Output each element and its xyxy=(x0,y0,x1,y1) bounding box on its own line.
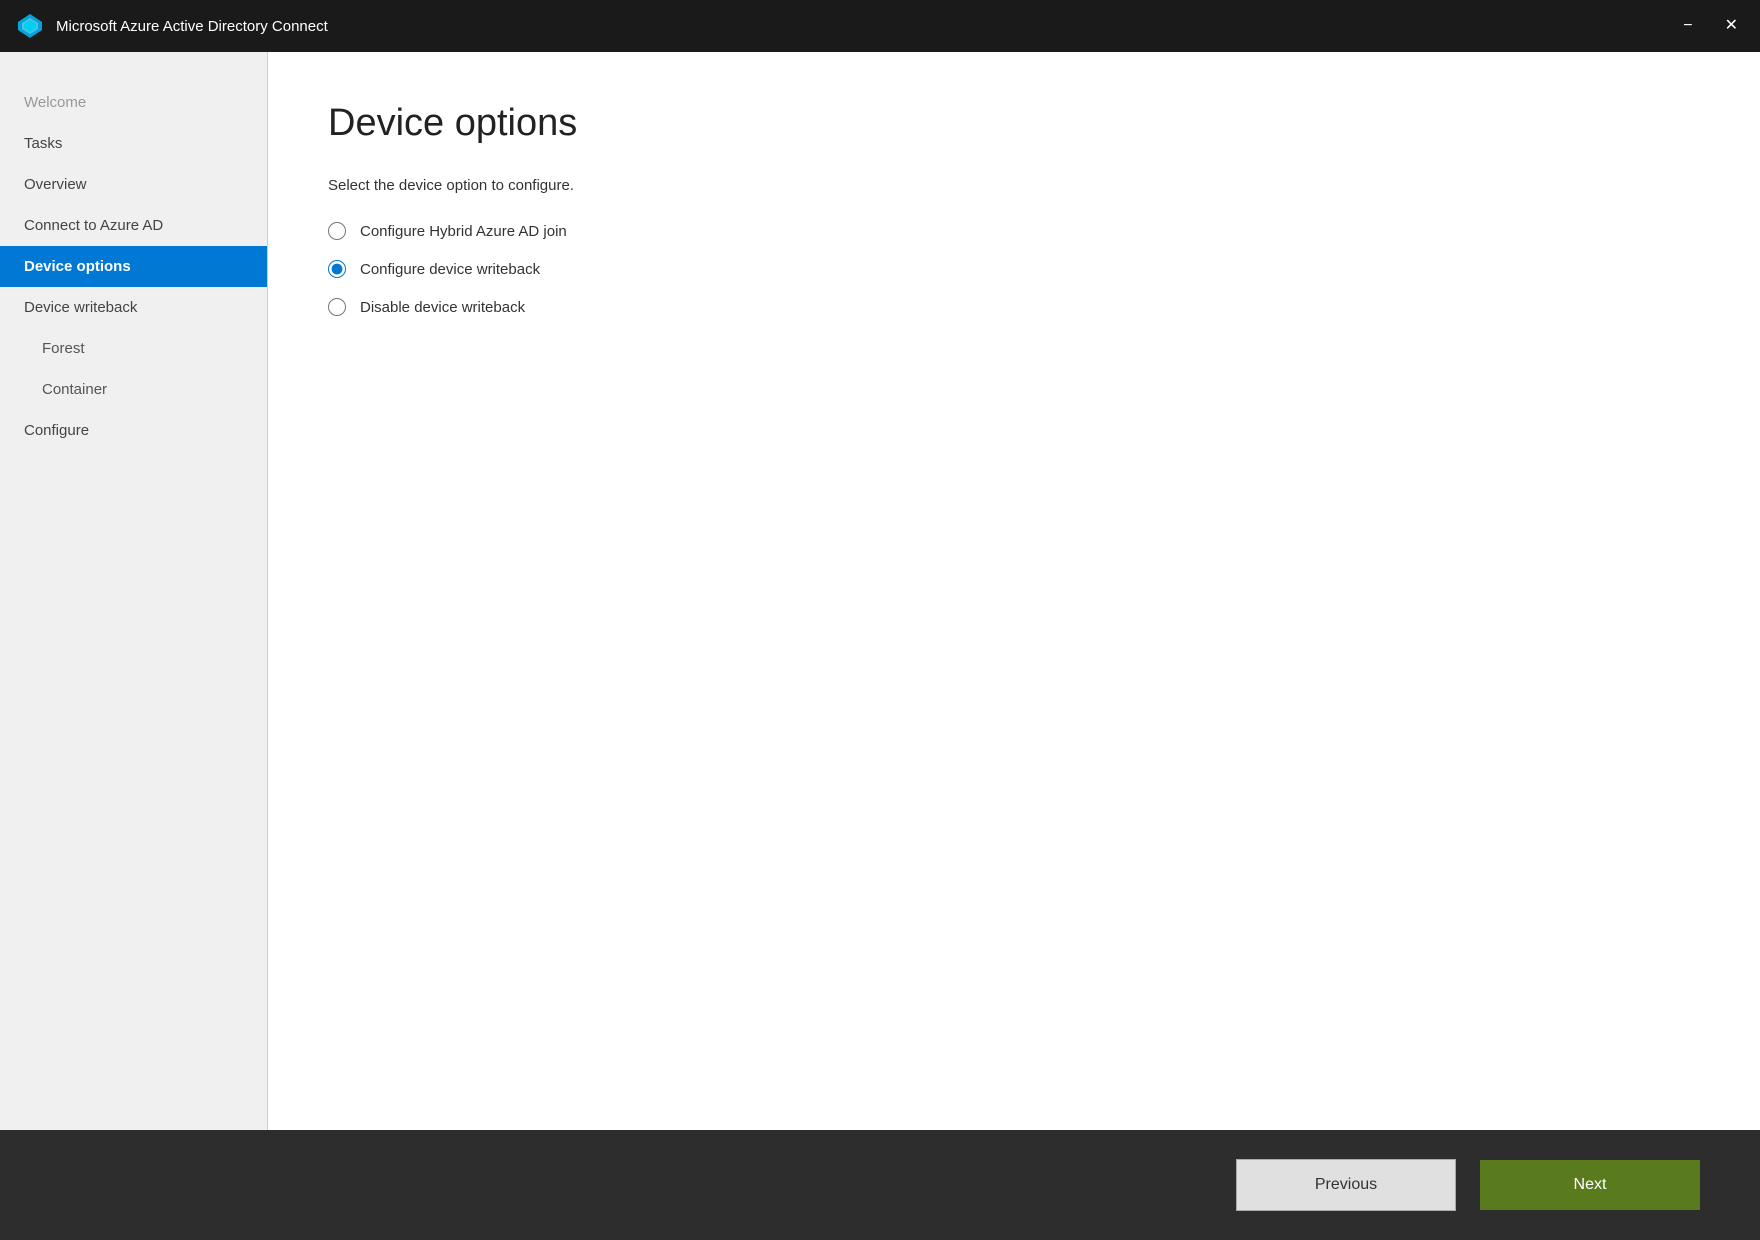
radio-option-disable[interactable]: Disable device writeback xyxy=(328,298,1700,316)
app-icon xyxy=(16,12,44,40)
radio-option-hybrid[interactable]: Configure Hybrid Azure AD join xyxy=(328,222,1700,240)
footer: Previous Next xyxy=(0,1130,1760,1240)
radio-hybrid-label: Configure Hybrid Azure AD join xyxy=(360,223,567,240)
radio-writeback-label: Configure device writeback xyxy=(360,261,540,278)
sidebar-item-forest[interactable]: Forest xyxy=(0,328,267,369)
sidebar: Welcome Tasks Overview Connect to Azure … xyxy=(0,52,268,1130)
sidebar-item-welcome[interactable]: Welcome xyxy=(0,82,267,123)
sidebar-item-configure[interactable]: Configure xyxy=(0,410,267,451)
page-description: Select the device option to configure. xyxy=(328,177,1700,194)
previous-button[interactable]: Previous xyxy=(1236,1159,1456,1211)
window-content: Welcome Tasks Overview Connect to Azure … xyxy=(0,52,1760,1130)
radio-writeback[interactable] xyxy=(328,260,346,278)
window-controls: − ✕ xyxy=(1677,16,1744,36)
device-option-group: Configure Hybrid Azure AD join Configure… xyxy=(328,222,1700,316)
sidebar-item-tasks[interactable]: Tasks xyxy=(0,123,267,164)
main-window: Welcome Tasks Overview Connect to Azure … xyxy=(0,52,1760,1240)
radio-disable[interactable] xyxy=(328,298,346,316)
next-button[interactable]: Next xyxy=(1480,1160,1700,1210)
sidebar-item-connect-azure-ad[interactable]: Connect to Azure AD xyxy=(0,205,267,246)
sidebar-item-container[interactable]: Container xyxy=(0,369,267,410)
radio-disable-label: Disable device writeback xyxy=(360,299,525,316)
sidebar-item-overview[interactable]: Overview xyxy=(0,164,267,205)
main-content: Device options Select the device option … xyxy=(268,52,1760,1130)
sidebar-item-device-options[interactable]: Device options xyxy=(0,246,267,287)
title-bar: Microsoft Azure Active Directory Connect… xyxy=(0,0,1760,52)
radio-option-writeback[interactable]: Configure device writeback xyxy=(328,260,1700,278)
close-button[interactable]: ✕ xyxy=(1719,16,1744,36)
minimize-button[interactable]: − xyxy=(1677,16,1698,36)
page-title: Device options xyxy=(328,102,1700,145)
window-title: Microsoft Azure Active Directory Connect xyxy=(56,18,1677,35)
sidebar-item-device-writeback[interactable]: Device writeback xyxy=(0,287,267,328)
radio-hybrid[interactable] xyxy=(328,222,346,240)
